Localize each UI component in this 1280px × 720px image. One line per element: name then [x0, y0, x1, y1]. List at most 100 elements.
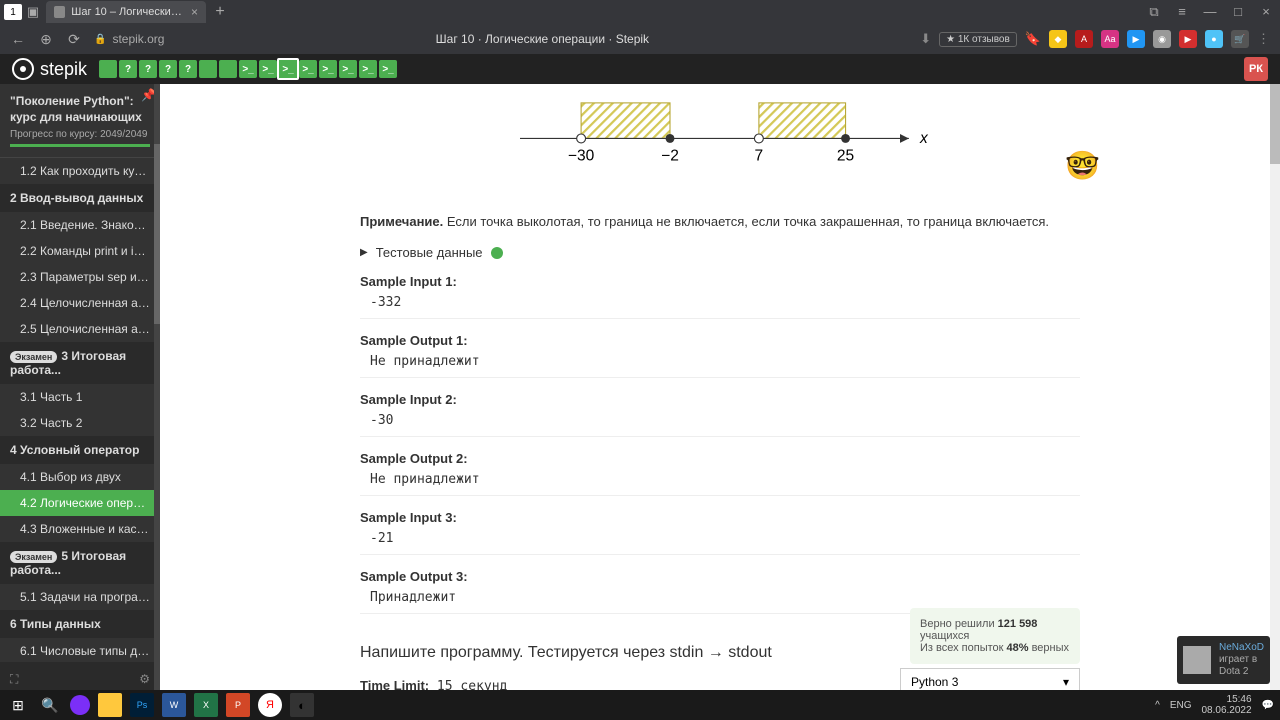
ext-icon-8[interactable]: 🛒 [1231, 30, 1249, 48]
sidebar-item[interactable]: 4.1 Выбор из двух [0, 464, 160, 490]
step-10[interactable]: >_ [299, 60, 317, 78]
search-icon[interactable]: 🔍 [38, 693, 62, 717]
note-text: Примечание. Если точка выколотая, то гра… [360, 214, 1080, 229]
sidebar-item[interactable]: 1.2 Как проходить курс? [0, 158, 160, 184]
sidebar-section[interactable]: Экзамен5 Итоговая работа... [0, 542, 160, 584]
sidebar-item[interactable]: 3.2 Часть 2 [0, 410, 160, 436]
ext-icon-4[interactable]: ▶ [1127, 30, 1145, 48]
url-text: stepik.org [112, 32, 164, 46]
step-12[interactable]: >_ [339, 60, 357, 78]
tray-clock[interactable]: 15:46 08.06.2022 [1201, 694, 1251, 716]
content-scrollbar[interactable] [1270, 84, 1280, 696]
sample-block: Sample Output 2:Не принадлежит [360, 451, 1080, 496]
shield-icon[interactable]: ⊕ [38, 31, 54, 48]
download-icon[interactable]: ⬇ [920, 31, 931, 47]
sidebar-item[interactable]: 2.4 Целочисленная арифм... [0, 290, 160, 316]
explorer-icon[interactable] [98, 693, 122, 717]
window-pip-icon[interactable]: ⧉ [1144, 4, 1164, 20]
yandex-icon[interactable]: Я [258, 693, 282, 717]
close-tab-icon[interactable]: × [191, 5, 198, 19]
user-avatar[interactable]: РК [1244, 57, 1268, 81]
course-title: "Поколение Python": курс для начинающих [10, 94, 150, 125]
step-7[interactable]: >_ [239, 60, 257, 78]
svg-text:−30: −30 [568, 148, 595, 165]
course-progress: Прогресс по курсу: 2049/2049 [10, 129, 150, 140]
step-13[interactable]: >_ [359, 60, 377, 78]
sidebar-item[interactable]: 2.1 Введение. Знакомство ... [0, 212, 160, 238]
step-2[interactable]: ? [139, 60, 157, 78]
step-1[interactable]: ? [119, 60, 137, 78]
ppt-icon[interactable]: P [226, 693, 250, 717]
sidebar-section[interactable]: Экзамен3 Итоговая работа... [0, 342, 160, 384]
ext-icon-6[interactable]: ▶ [1179, 30, 1197, 48]
tray-lang[interactable]: ENG [1170, 700, 1192, 711]
fullscreen-icon[interactable]: ⛶ [10, 672, 18, 687]
window-maximize-icon[interactable]: □ [1228, 4, 1248, 20]
tabs-icon[interactable]: ▣ [24, 3, 42, 21]
step-3[interactable]: ? [159, 60, 177, 78]
sidebar-item[interactable]: 2.2 Команды print и input [0, 238, 160, 264]
ext-icon-5[interactable]: ◉ [1153, 30, 1171, 48]
reload-button[interactable]: ⟳ [66, 31, 82, 48]
address-bar: ← ⊕ ⟳ 🔒 stepik.org Шаг 10 · Логические о… [0, 24, 1280, 54]
step-9[interactable]: >_ [277, 58, 299, 80]
step-8[interactable]: >_ [259, 60, 277, 78]
url-field[interactable]: 🔒 stepik.org [94, 32, 164, 46]
reviews-badge[interactable]: ★ 1К отзывов [939, 32, 1017, 47]
step-0[interactable] [99, 60, 117, 78]
test-data-toggle[interactable]: ▶ Тестовые данные [360, 245, 1080, 260]
svg-text:25: 25 [837, 148, 854, 165]
back-button[interactable]: ← [10, 31, 26, 47]
ext-icon-7[interactable]: ● [1205, 30, 1223, 48]
bookmark-icon[interactable]: 🔖 [1025, 31, 1041, 47]
more-icon[interactable]: ⋮ [1257, 31, 1270, 47]
ps-icon[interactable]: Ps [130, 693, 154, 717]
sidebar-item[interactable]: 2.3 Параметры sep и end [0, 264, 160, 290]
sidebar-section[interactable]: 4 Условный оператор [0, 436, 160, 464]
start-button[interactable]: ⊞ [6, 693, 30, 717]
stats-box: Верно решили 121 598 учащихся Из всех по… [910, 608, 1080, 664]
step-14[interactable]: >_ [379, 60, 397, 78]
browser-tab[interactable]: Шаг 10 – Логические оп × [46, 1, 206, 23]
sidebar-item[interactable]: 6.1 Числовые типы данны... [0, 638, 160, 664]
sample-label: Sample Output 2: [360, 451, 1080, 466]
ext-icon-2[interactable]: A [1075, 30, 1093, 48]
stepik-logo[interactable]: stepik [12, 58, 87, 80]
settings-icon[interactable]: ⚙ [139, 672, 150, 686]
window-close-icon[interactable]: × [1256, 4, 1276, 20]
new-tab-button[interactable]: + [210, 3, 230, 21]
sample-value: -30 [360, 413, 1080, 428]
tray-chevron-icon[interactable]: ^ [1155, 700, 1160, 711]
notifications-icon[interactable]: 💬 [1262, 700, 1274, 711]
sidebar-section[interactable]: 6 Типы данных [0, 610, 160, 638]
sample-value: -21 [360, 531, 1080, 546]
sample-label: Sample Input 1: [360, 274, 1080, 289]
chevron-down-icon: ▾ [1063, 675, 1069, 689]
sidebar-section[interactable]: 2 Ввод-вывод данных [0, 184, 160, 212]
task-app-1[interactable] [70, 695, 90, 715]
number-line-diagram: −30 −2 7 25 x 🤓 [360, 94, 1080, 194]
content-area: −30 −2 7 25 x 🤓 Примечание. Если точка в… [160, 84, 1280, 696]
tab-title: Шаг 10 – Логические оп [71, 6, 185, 18]
step-5[interactable] [199, 60, 217, 78]
step-4[interactable]: ? [179, 60, 197, 78]
task-app-o[interactable]: ◐ [290, 693, 314, 717]
sample-value: -332 [360, 295, 1080, 310]
window-menu-icon[interactable]: ≡ [1172, 4, 1192, 20]
sidebar-item[interactable]: 5.1 Задачи на программир... [0, 584, 160, 610]
sidebar-item[interactable]: 4.2 Логические операции [0, 490, 160, 516]
sidebar-item[interactable]: 3.1 Часть 1 [0, 384, 160, 410]
excel-icon[interactable]: X [194, 693, 218, 717]
step-bar: ????>_>_>_>_>_>_>_>_ [99, 60, 397, 78]
sidebar-item[interactable]: 4.3 Вложенные и каскадн... [0, 516, 160, 542]
tab-counter[interactable]: 1 [4, 4, 22, 20]
word-icon[interactable]: W [162, 693, 186, 717]
window-minimize-icon[interactable]: — [1200, 4, 1220, 20]
ext-icon-1[interactable]: ◆ [1049, 30, 1067, 48]
game-notification[interactable]: NeNaXoD играет в Dota 2 [1177, 636, 1270, 684]
notif-name: NeNaXoD [1219, 642, 1264, 654]
ext-icon-3[interactable]: Aa [1101, 30, 1119, 48]
step-6[interactable] [219, 60, 237, 78]
sidebar-item[interactable]: 2.5 Целочисленная арифм... [0, 316, 160, 342]
step-11[interactable]: >_ [319, 60, 337, 78]
